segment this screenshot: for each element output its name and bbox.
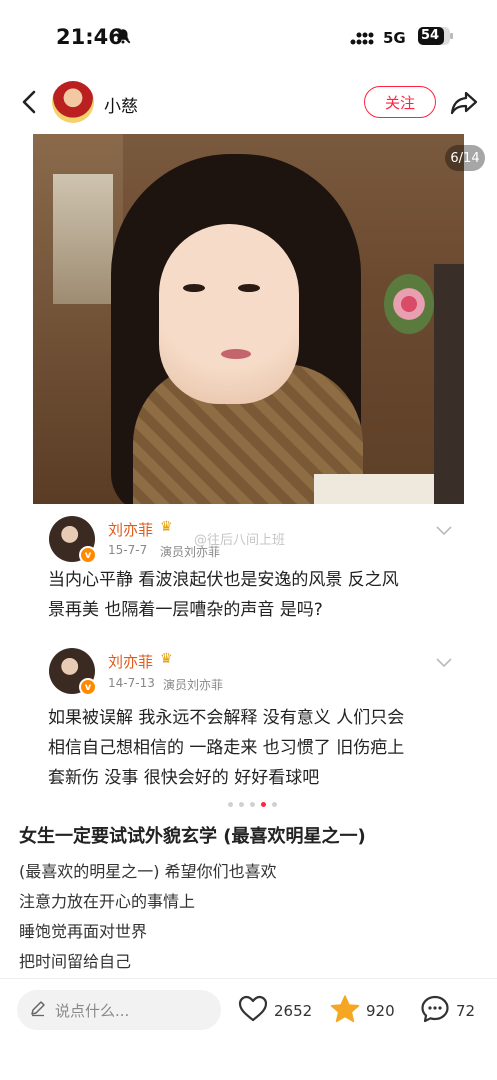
like-count: 2652 <box>274 1002 313 1020</box>
verified-badge-icon: v <box>79 546 97 564</box>
mute-bell-icon <box>114 27 132 49</box>
post-line: (最喜欢的明星之一) 希望你们也喜欢 <box>19 862 277 881</box>
pencil-icon <box>29 999 47 1021</box>
crown-icon: ♛ <box>160 651 173 667</box>
status-time: 21:46 <box>56 25 123 49</box>
author-name[interactable]: 小慈 <box>104 92 138 117</box>
carousel-dot <box>239 802 244 807</box>
carousel-dot <box>272 802 277 807</box>
verified-badge-icon: v <box>79 678 97 696</box>
comment-count: 72 <box>456 1002 476 1020</box>
carousel-dot <box>228 802 233 807</box>
comment-input[interactable]: 说点什么... <box>17 990 221 1030</box>
like-button[interactable]: 2652 <box>238 994 312 1028</box>
chevron-down-icon <box>436 653 452 668</box>
card-text-line: 套新伤 没事 很快会好的 好好看球吧 <box>48 768 320 788</box>
card-author-name: 刘亦菲 <box>108 521 154 539</box>
divider <box>0 978 497 979</box>
card-verified-title: 演员刘亦菲 <box>163 678 224 692</box>
card-text-line: 如果被误解 我永远不会解释 没有意义 人们只会 <box>48 708 405 728</box>
battery-icon: 54 <box>418 27 453 45</box>
crown-icon: ♛ <box>160 519 173 535</box>
watermark-text: @往后八间上班 <box>194 533 286 548</box>
battery-level: 54 <box>421 28 440 43</box>
back-arrow-icon[interactable] <box>14 86 46 118</box>
chevron-down-icon <box>436 521 452 536</box>
card-text: 如果被误解 我永远不会解释 没有意义 人们只会 相信自己想相信的 一路走来 也习… <box>48 703 478 793</box>
comment-button[interactable]: 72 <box>420 994 475 1028</box>
card-author-name: 刘亦菲 <box>108 653 154 671</box>
carousel-dots <box>228 802 277 807</box>
post-line: 把时间留给自己 <box>19 952 132 971</box>
carousel-dot-active <box>261 802 266 807</box>
author-avatar[interactable] <box>52 81 94 123</box>
carousel-dot <box>250 802 255 807</box>
card-text-line: 相信自己想相信的 一路走来 也习惯了 旧伤疤上 <box>48 738 405 758</box>
image-page-indicator: 6/14 <box>445 145 485 171</box>
comment-placeholder: 说点什么... <box>55 1001 130 1020</box>
post-line: 睡饱觉再面对世界 <box>19 922 148 941</box>
heart-icon <box>238 994 268 1028</box>
favorite-count: 920 <box>366 1002 395 1020</box>
share-icon[interactable] <box>450 88 478 116</box>
card-date: 14-7-13 <box>108 676 155 690</box>
status-bar: 21:46 5G 54 <box>0 0 497 70</box>
post-title: 女生一定要试试外貌玄学 (最喜欢明星之一) <box>19 826 366 847</box>
post-line: 注意力放在开心的事情上 <box>19 892 196 911</box>
post-photo[interactable] <box>33 134 464 504</box>
star-icon <box>330 994 360 1028</box>
card-date: 15-7-7 <box>108 543 148 557</box>
network-type: 5G <box>383 29 406 47</box>
card-text-line: 当内心平静 看波浪起伏也是安逸的风景 反之风 <box>48 570 399 590</box>
card-text: 当内心平静 看波浪起伏也是安逸的风景 反之风 景再美 也隔着一层嘈杂的声音 是吗… <box>48 565 478 625</box>
follow-button[interactable]: 关注 <box>364 86 436 118</box>
signal-icon <box>350 30 376 49</box>
card-text-line: 景再美 也隔着一层嘈杂的声音 是吗? <box>48 600 323 620</box>
comment-bubble-icon <box>420 994 450 1028</box>
favorite-button[interactable]: 920 <box>330 994 395 1028</box>
